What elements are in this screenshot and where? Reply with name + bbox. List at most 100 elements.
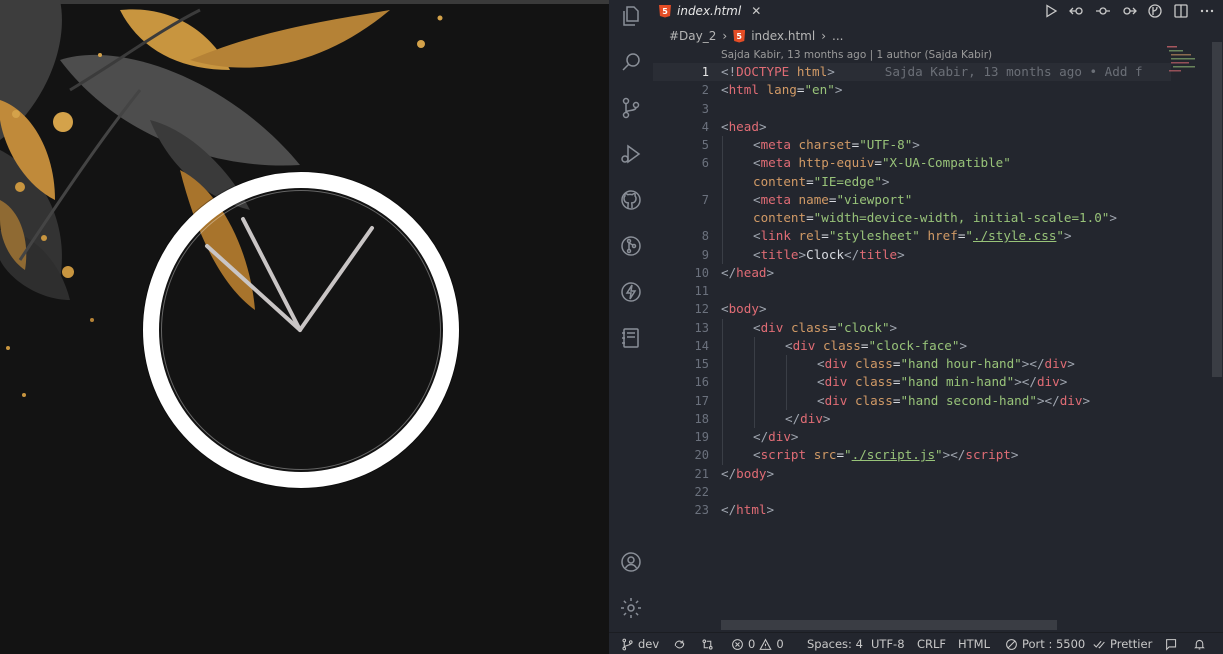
more-actions-icon[interactable] [1199, 3, 1215, 19]
status-encoding[interactable]: UTF-8 [871, 633, 905, 654]
settings-gear-icon[interactable] [619, 596, 643, 620]
code-token: < [753, 191, 761, 207]
files-icon[interactable] [619, 4, 643, 28]
code-line[interactable]: 10 </head> [653, 264, 1171, 282]
line-number: 20 [694, 448, 709, 463]
code-token: = [806, 210, 814, 225]
code-token: div [824, 374, 848, 390]
code-token: > [758, 118, 767, 134]
code-token[interactable]: ./script.js [852, 447, 935, 462]
code-line[interactable]: 9 <title>Clock</title> [653, 245, 1171, 264]
code-line[interactable]: 8 <link rel="stylesheet" href="./style.cs… [653, 227, 1171, 246]
code-token: html [736, 502, 767, 517]
code-line[interactable]: 18 </div> [653, 409, 1171, 428]
code-line[interactable]: 1 <!DOCTYPE html> Sajda Kabir, 13 months a… [653, 63, 1171, 82]
status-branch[interactable]: dev [621, 633, 659, 654]
code-token: meta [760, 155, 791, 171]
code-line[interactable]: content="width=device-width, initial-sca… [653, 209, 1171, 228]
status-language[interactable]: HTML [958, 633, 990, 654]
vertical-scrollbar[interactable] [1212, 42, 1222, 377]
code-line[interactable]: 13 <div class="clock"> [653, 318, 1171, 337]
breadcrumb-file[interactable]: index.html [751, 29, 815, 43]
code-editor-window: 5 index.html ✕ #Day_2 › 5 index.html › .… [609, 0, 1223, 654]
sync-icon[interactable] [673, 633, 686, 654]
code-token[interactable]: ./style.css [973, 228, 1056, 243]
code-line[interactable]: 12 <body> [653, 300, 1171, 318]
status-live-server[interactable]: Port : 5500 [1005, 633, 1085, 654]
source-control-icon[interactable] [619, 96, 643, 120]
split-editor-icon[interactable] [1173, 3, 1189, 19]
line-number: 6 [701, 156, 709, 171]
tab-close-icon[interactable]: ✕ [751, 4, 761, 18]
code-line[interactable]: 15 <div class="hand hour-hand"></div> [653, 355, 1171, 374]
code-line[interactable]: 14 <div class="clock-face"> [653, 336, 1171, 355]
line-number: 11 [694, 284, 709, 298]
breadcrumb-more[interactable]: ... [832, 29, 843, 43]
status-spaces[interactable]: Spaces: 4 [807, 633, 863, 654]
clock-face [143, 172, 459, 488]
code-line[interactable]: 21 </body> [653, 465, 1171, 483]
code-line[interactable]: 20 <script src="./script.js"></script> [653, 446, 1171, 465]
problems-indicator[interactable]: 0 0 [731, 633, 784, 654]
code-token: body [736, 465, 767, 481]
code-token: " [965, 228, 973, 244]
horizontal-scrollbar[interactable] [721, 620, 1057, 630]
code-token: "width=device-width, initial-scale=1.0" [813, 210, 1110, 225]
run-debug-icon[interactable] [619, 142, 643, 166]
code-line[interactable]: 3 [653, 100, 1171, 118]
code-line[interactable]: 2 <html lang="en"> [653, 81, 1171, 99]
code-token: script [965, 447, 1011, 463]
code-line[interactable]: 16 <div class="hand min-hand"></div> [653, 373, 1171, 392]
status-bar: dev 0 0 Spaces: 4 UTF-8 CRLF HTML Port :… [609, 632, 1223, 654]
breadcrumb-folder[interactable]: #Day_2 [669, 29, 716, 43]
git-blame-header[interactable]: Sajda Kabir, 13 months ago | 1 author (S… [721, 49, 992, 61]
notifications-bell-icon[interactable] [1193, 633, 1206, 654]
code-token: " [1056, 228, 1064, 244]
git-graph-icon[interactable] [619, 234, 643, 258]
code-line[interactable]: content="IE=edge"> [653, 172, 1171, 191]
code-token: < [817, 356, 825, 371]
minimap[interactable] [1167, 42, 1207, 82]
code-token: "clock" [836, 319, 890, 335]
feedback-icon[interactable] [1165, 633, 1178, 654]
code-token: class [854, 374, 893, 390]
code-line[interactable]: 17 <div class="hand second-hand"></div> [653, 391, 1171, 410]
code-line[interactable]: 5 <meta charset="UTF-8"> [653, 136, 1171, 155]
code-line[interactable]: 7 <meta name="viewport" [653, 190, 1171, 209]
status-eol[interactable]: CRLF [917, 633, 946, 654]
search-icon[interactable] [619, 50, 643, 74]
status-prettier[interactable]: Prettier [1093, 633, 1152, 654]
git-compare-icon[interactable] [701, 633, 714, 654]
notebook-icon[interactable] [619, 326, 643, 350]
code-text: </div> [785, 410, 831, 428]
code-token: "en" [804, 82, 835, 98]
code-line[interactable]: 23 </html> [653, 501, 1171, 519]
code-line[interactable]: 11 [653, 282, 1171, 300]
tab-index-html[interactable]: 5 index.html ✕ [659, 0, 761, 22]
next-change-icon[interactable] [1121, 3, 1137, 19]
indent-guide [786, 373, 787, 392]
code-line[interactable]: 6 <meta http-equiv="X-UA-Compatible" [653, 154, 1171, 173]
previous-change-icon[interactable] [1095, 3, 1111, 19]
run-icon[interactable] [1043, 3, 1059, 19]
github-icon[interactable] [619, 188, 643, 212]
code-token: "stylesheet" [828, 228, 920, 244]
code-token: src [813, 447, 837, 463]
html5-file-icon: 5 [659, 4, 671, 18]
line-number: 3 [701, 101, 709, 116]
live-share-icon[interactable] [1147, 3, 1163, 19]
code-line[interactable]: 4 <head> [653, 118, 1171, 136]
open-changes-icon[interactable] [1069, 3, 1085, 19]
code-area[interactable]: 1 <!DOCTYPE html> Sajda Kabir, 13 months a… [653, 63, 1171, 519]
line-number: 2 [701, 83, 709, 98]
code-text: <html lang="en"> [721, 81, 842, 99]
code-line[interactable]: 19 </div> [653, 428, 1171, 447]
indent-guide [754, 373, 755, 392]
lightning-icon[interactable] [619, 280, 643, 304]
code-token: < [753, 137, 761, 152]
code-text: <div class="clock-face"> [785, 337, 967, 355]
account-icon[interactable] [619, 550, 643, 574]
code-line[interactable]: 22 [653, 483, 1171, 501]
